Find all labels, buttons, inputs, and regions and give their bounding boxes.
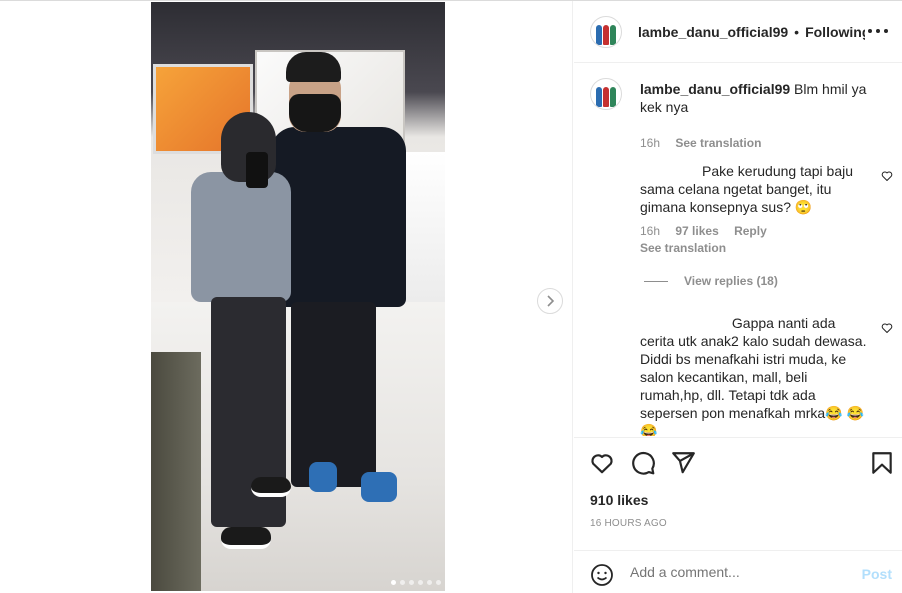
carousel-indicator (391, 580, 445, 586)
carousel-dot (400, 580, 405, 585)
add-comment-section: Post (574, 550, 902, 593)
comment-1-meta: 16h 97 likes Reply (640, 224, 767, 238)
comment-1-body: Pake kerudung tapi baju sama celana nget… (640, 163, 853, 215)
comment-1-text: Pake kerudung tapi baju sama celana nget… (640, 162, 870, 216)
caption-meta: 16h See translation (640, 136, 761, 150)
post-side-panel: lambe_danu_official99 • Following lambe_… (574, 1, 902, 593)
media-area (0, 1, 573, 593)
caption-text-block: lambe_danu_official99 Blm hmil ya kek ny… (640, 80, 880, 116)
save-bookmark-icon[interactable] (869, 450, 895, 476)
comment-1-likes[interactable]: 97 likes (675, 224, 718, 238)
comment-input[interactable] (630, 564, 830, 580)
post-modal: lambe_danu_official99 • Following lambe_… (0, 0, 902, 593)
comment-2-like-heart-icon[interactable] (881, 322, 893, 334)
likes-count[interactable]: 910 likes (590, 492, 648, 508)
post-timestamp[interactable]: 16 HOURS AGO (590, 518, 667, 529)
more-options-icon[interactable] (868, 23, 888, 39)
heart-icon[interactable] (589, 450, 615, 476)
chevron-right-icon (547, 295, 555, 307)
header-separator: • (794, 23, 800, 40)
caption-avatar[interactable] (590, 78, 622, 110)
post-header: lambe_danu_official99 • Following (574, 1, 902, 63)
avatar[interactable] (590, 15, 622, 48)
comment-1-like-heart-icon[interactable] (881, 170, 893, 182)
post-photo[interactable] (151, 2, 445, 591)
comment-1-reply-button[interactable]: Reply (734, 224, 767, 238)
comment-2-body: Gappa nanti ada cerita utk anak2 kalo su… (640, 315, 867, 436)
view-replies-label: View replies (18) (684, 274, 778, 288)
comment-2-text: Gappa nanti ada cerita utk anak2 kalo su… (640, 314, 872, 436)
comments-list[interactable]: lambe_danu_official99 Blm hmil ya kek ny… (574, 64, 902, 436)
comment-1-time: 16h (640, 224, 661, 238)
emoji-icon[interactable] (590, 563, 614, 587)
carousel-dot (391, 580, 396, 585)
carousel-dot (427, 580, 432, 585)
share-icon[interactable] (670, 450, 696, 476)
photo-man-figure (271, 52, 411, 512)
post-comment-button[interactable]: Post (862, 566, 892, 582)
comment-icon[interactable] (630, 450, 656, 476)
carousel-dot (418, 580, 423, 585)
carousel-dot (436, 580, 441, 585)
caption-time: 16h (640, 136, 661, 150)
carousel-dot (409, 580, 414, 585)
caption-username[interactable]: lambe_danu_official99 (640, 81, 790, 97)
comment-1-see-translation[interactable]: See translation (640, 241, 726, 255)
post-author-username[interactable]: lambe_danu_official99 (638, 24, 788, 40)
photo-woman-figure (181, 112, 291, 572)
carousel-next-button[interactable] (537, 288, 563, 314)
post-actions-bar (574, 437, 902, 485)
photo-phone (246, 152, 268, 188)
following-button[interactable]: Following (805, 24, 865, 40)
view-replies-button[interactable]: View replies (18) (644, 274, 778, 288)
caption-see-translation[interactable]: See translation (675, 136, 761, 150)
